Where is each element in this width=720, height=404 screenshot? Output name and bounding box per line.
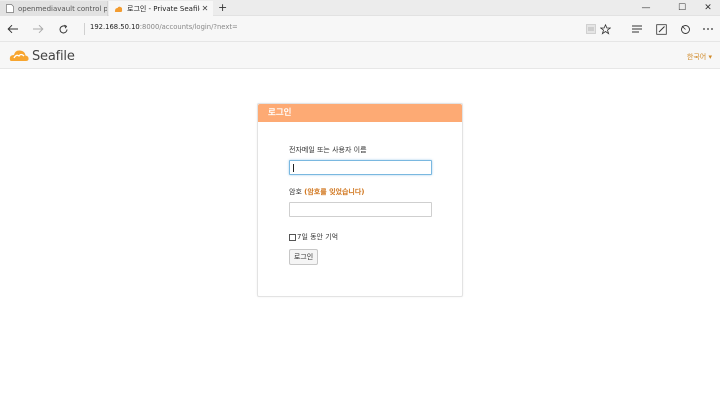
close-tab-icon[interactable]: ✕ <box>200 4 210 13</box>
seafile-favicon-icon <box>114 4 123 13</box>
username-input[interactable] <box>289 160 432 175</box>
web-note-icon[interactable] <box>650 16 672 42</box>
browser-navigation-bar: 192.168.50.10:8000/accounts/login/?next= <box>0 16 720 42</box>
minimize-button[interactable]: — <box>634 1 658 15</box>
close-window-button[interactable]: ✕ <box>696 1 720 15</box>
remember-me-label: 7일 동안 기억 <box>297 233 339 241</box>
page-icon <box>5 4 14 13</box>
password-label-row: 암호 (암호를 잊었습니다) <box>289 187 364 197</box>
seafile-cloud-icon <box>8 47 30 65</box>
login-button[interactable]: 로그인 <box>289 249 318 265</box>
refresh-icon[interactable] <box>52 16 74 42</box>
chevron-down-icon: ▾ <box>708 53 712 61</box>
browser-tab-strip: openmediavault control par 로그인 - Private… <box>0 0 720 16</box>
login-panel: 로그인 전자메일 또는 사용자 이름 암호 (암호를 잊었습니다) 7일 동안 … <box>257 103 463 297</box>
tab-title: 로그인 - Private Seafile <box>127 4 200 13</box>
browser-tab-openmediavault[interactable]: openmediavault control par <box>0 1 108 16</box>
forgot-password-link[interactable]: (암호를 잊었습니다) <box>304 188 364 196</box>
url-path: :8000/accounts/login/?next= <box>139 23 238 31</box>
site-header: Seafile 한국어 ▾ <box>0 42 720 69</box>
login-heading: 로그인 <box>258 104 462 122</box>
address-bar[interactable]: 192.168.50.10:8000/accounts/login/?next= <box>90 23 238 31</box>
share-icon[interactable] <box>674 16 696 42</box>
remember-me-row: 7일 동안 기억 <box>289 232 338 242</box>
password-input[interactable] <box>289 202 432 217</box>
maximize-button[interactable]: ☐ <box>670 1 694 15</box>
language-label: 한국어 <box>686 53 707 61</box>
forward-arrow-icon[interactable] <box>27 16 49 42</box>
seafile-logo[interactable]: Seafile <box>8 45 75 67</box>
more-icon[interactable] <box>697 16 719 42</box>
language-selector[interactable]: 한국어 ▾ <box>687 52 712 62</box>
address-bar-divider <box>84 23 85 35</box>
remember-me-checkbox[interactable] <box>289 233 296 241</box>
back-arrow-icon[interactable] <box>2 16 24 42</box>
new-tab-button[interactable]: + <box>218 1 227 14</box>
username-label: 전자메일 또는 사용자 이름 <box>289 146 367 154</box>
browser-tab-seafile-login[interactable]: 로그인 - Private Seafile ✕ <box>109 1 213 16</box>
password-label: 암호 <box>289 188 302 196</box>
tab-title: openmediavault control par <box>18 4 107 13</box>
logo-text: Seafile <box>32 48 75 64</box>
url-host: 192.168.50.10 <box>90 23 140 31</box>
text-caret <box>293 164 294 172</box>
hub-icon[interactable] <box>626 16 648 42</box>
favorite-star-icon[interactable] <box>594 16 616 42</box>
